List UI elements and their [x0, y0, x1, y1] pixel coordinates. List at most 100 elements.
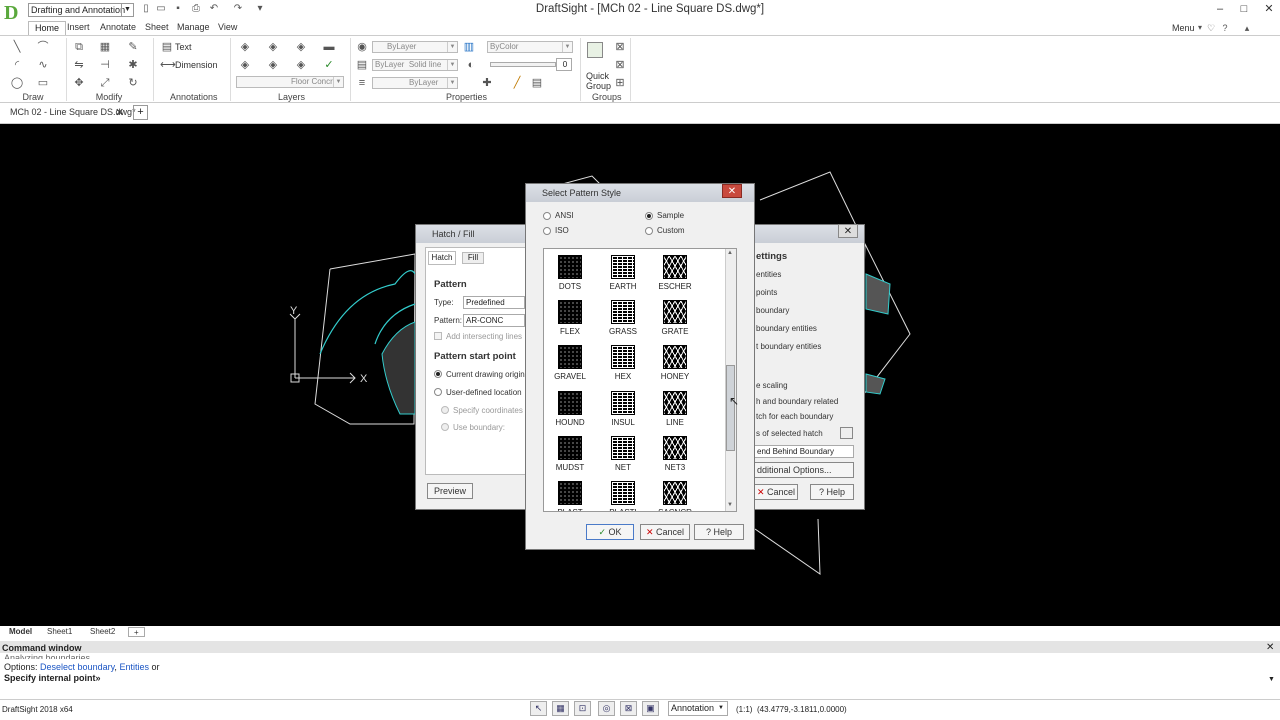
scrollbar-thumb[interactable]	[726, 365, 735, 451]
spline-icon[interactable]: ∿	[36, 58, 50, 72]
add-sheet-button[interactable]: +	[128, 627, 145, 637]
pattern-item[interactable]: MUDST	[545, 433, 595, 477]
hatch-option[interactable]: h and boundary related	[756, 397, 838, 406]
transparency-icon[interactable]: ◐	[464, 58, 478, 72]
quick-group-icon[interactable]	[587, 42, 603, 58]
linetype-icon[interactable]: ▤	[355, 58, 369, 72]
lineweight-combo[interactable]: ByLayer ▼	[372, 77, 458, 89]
pattern-item[interactable]: FLEX	[545, 297, 595, 341]
specify-coords-radio[interactable]	[441, 406, 449, 414]
pattern-item[interactable]: DOTS	[545, 252, 595, 296]
pattern-item[interactable]: GRASS	[598, 297, 648, 341]
boundary-option[interactable]: entities	[756, 270, 781, 279]
polyline-icon[interactable]: ⌒	[36, 40, 50, 54]
mirror-icon[interactable]: ⇋	[72, 58, 86, 72]
rotate-icon[interactable]: ↻	[126, 76, 140, 90]
layer-match-icon[interactable]: ◈	[294, 58, 308, 72]
dimension-button[interactable]: Dimension	[175, 60, 218, 70]
match-properties-icon[interactable]: ✚	[480, 76, 494, 90]
pattern-item[interactable]: NET3	[650, 433, 700, 477]
circle-icon[interactable]: ◯	[10, 76, 24, 90]
scroll-down-icon[interactable]: ▼	[1268, 676, 1275, 683]
paint-brush-icon[interactable]: ╱	[510, 76, 524, 90]
scale-icon[interactable]: ⤢	[98, 76, 112, 90]
checkmark-icon[interactable]: ✓	[322, 58, 336, 72]
polar-icon[interactable]: ◎	[598, 701, 615, 716]
dimension-icon[interactable]: ⟷	[160, 58, 176, 72]
quick-group-button[interactable]: Quick Group	[586, 71, 611, 91]
grid-icon[interactable]: ▦	[552, 701, 569, 716]
draw-order-select[interactable]: end Behind Boundary	[754, 445, 854, 458]
pattern-item[interactable]: PLASTI	[598, 478, 648, 511]
properties-icon[interactable]: ◉	[355, 40, 369, 54]
sheet-tab-sheet1[interactable]: Sheet1	[42, 627, 77, 637]
tab-annotate[interactable]: Annotate	[94, 21, 142, 35]
layer-freeze-icon[interactable]: ◈	[238, 58, 252, 72]
hatch-option[interactable]: e scaling	[756, 381, 788, 390]
pattern-list[interactable]: DOTS EARTH ESCHER FLEX GRASS GRATE GRAVEL HEX HO…	[543, 248, 737, 512]
boundary-option[interactable]: boundary entities	[756, 324, 817, 333]
transparency-value[interactable]: 0	[556, 58, 572, 71]
close-icon[interactable]: ✕	[115, 106, 124, 119]
etrack-icon[interactable]: ▣	[642, 701, 659, 716]
group-manager-icon[interactable]: ⊠	[613, 40, 627, 54]
pattern-item[interactable]: INSUL	[598, 388, 648, 432]
tab-sheet[interactable]: Sheet	[139, 21, 175, 35]
pattern-item[interactable]: NET	[598, 433, 648, 477]
pattern-item[interactable]: SACNCR	[650, 478, 700, 511]
tab-fill[interactable]: Fill	[462, 252, 484, 264]
layer-lock-icon[interactable]: ◈	[266, 58, 280, 72]
boundary-option[interactable]: points	[756, 288, 777, 297]
use-boundary-radio[interactable]	[441, 423, 449, 431]
tab-manage[interactable]: Manage	[171, 21, 216, 35]
entities-link[interactable]: Entities	[119, 662, 149, 672]
move-icon[interactable]: ✥	[72, 76, 86, 90]
pattern-item[interactable]: ESCHER	[650, 252, 700, 296]
pattern-cancel-button[interactable]: ✕ Cancel	[640, 524, 690, 540]
color-combo[interactable]: ByColor ▼	[487, 41, 573, 53]
scroll-down-icon[interactable]: ▼	[727, 502, 733, 508]
trim-icon[interactable]: ⊣	[98, 58, 112, 72]
pattern-icon[interactable]: ▦	[98, 40, 112, 54]
group-select-icon[interactable]: ⊞	[613, 76, 627, 90]
iso-radio[interactable]	[543, 227, 551, 235]
arc-icon[interactable]: ◜	[10, 58, 24, 72]
pattern-item[interactable]: EARTH	[598, 252, 648, 296]
pattern-item[interactable]: GRATE	[650, 297, 700, 341]
group-edit-icon[interactable]: ⊠	[613, 58, 627, 72]
heart-icon[interactable]: ♡	[1204, 21, 1218, 35]
erase-icon[interactable]: ✎	[126, 40, 140, 54]
linetype-combo[interactable]: ByLayer Solid line ▼	[372, 59, 458, 71]
close-button[interactable]: ✕	[1262, 2, 1276, 16]
boundary-option[interactable]: boundary	[756, 306, 789, 315]
line-icon[interactable]: ╲	[10, 40, 24, 54]
user-location-radio[interactable]	[434, 388, 442, 396]
layer-iso-icon[interactable]: ◈	[294, 40, 308, 54]
custom-radio[interactable]	[645, 227, 653, 235]
rectangle-icon[interactable]: ▭	[36, 76, 50, 90]
copy-icon[interactable]: ⧉	[72, 40, 86, 54]
pattern-close-button[interactable]: ✕	[722, 184, 742, 198]
hatch-help-button[interactable]: ? Help	[810, 484, 854, 500]
hatch-option[interactable]: tch for each boundary	[756, 412, 833, 421]
snap-icon[interactable]: ↖	[530, 701, 547, 716]
list-icon[interactable]: ▤	[530, 76, 544, 90]
pattern-item[interactable]: LINE	[650, 388, 700, 432]
preview-button[interactable]: Preview	[427, 483, 473, 499]
text-button[interactable]: Text	[175, 42, 192, 52]
layer-state-icon[interactable]: ◈	[266, 40, 280, 54]
maximize-button[interactable]: □	[1237, 2, 1251, 16]
explode-icon[interactable]: ✱	[126, 58, 140, 72]
current-origin-radio[interactable]	[434, 370, 442, 378]
ortho-icon[interactable]: ⊡	[574, 701, 591, 716]
add-intersecting-checkbox[interactable]	[434, 332, 442, 340]
scroll-up-icon[interactable]: ▲	[727, 250, 733, 256]
pattern-item[interactable]: PLAST	[545, 478, 595, 511]
hatch-close-button[interactable]: ✕	[838, 224, 858, 238]
pattern-help-button[interactable]: ? Help	[694, 524, 744, 540]
hatch-cancel-button[interactable]: ✕ Cancel	[754, 484, 798, 500]
sample-radio[interactable]	[645, 212, 653, 220]
layer-off-icon[interactable]: ▬	[322, 40, 336, 54]
type-select[interactable]: Predefined	[463, 296, 525, 309]
layer-combo[interactable]: ByLayer ▼	[372, 41, 458, 53]
